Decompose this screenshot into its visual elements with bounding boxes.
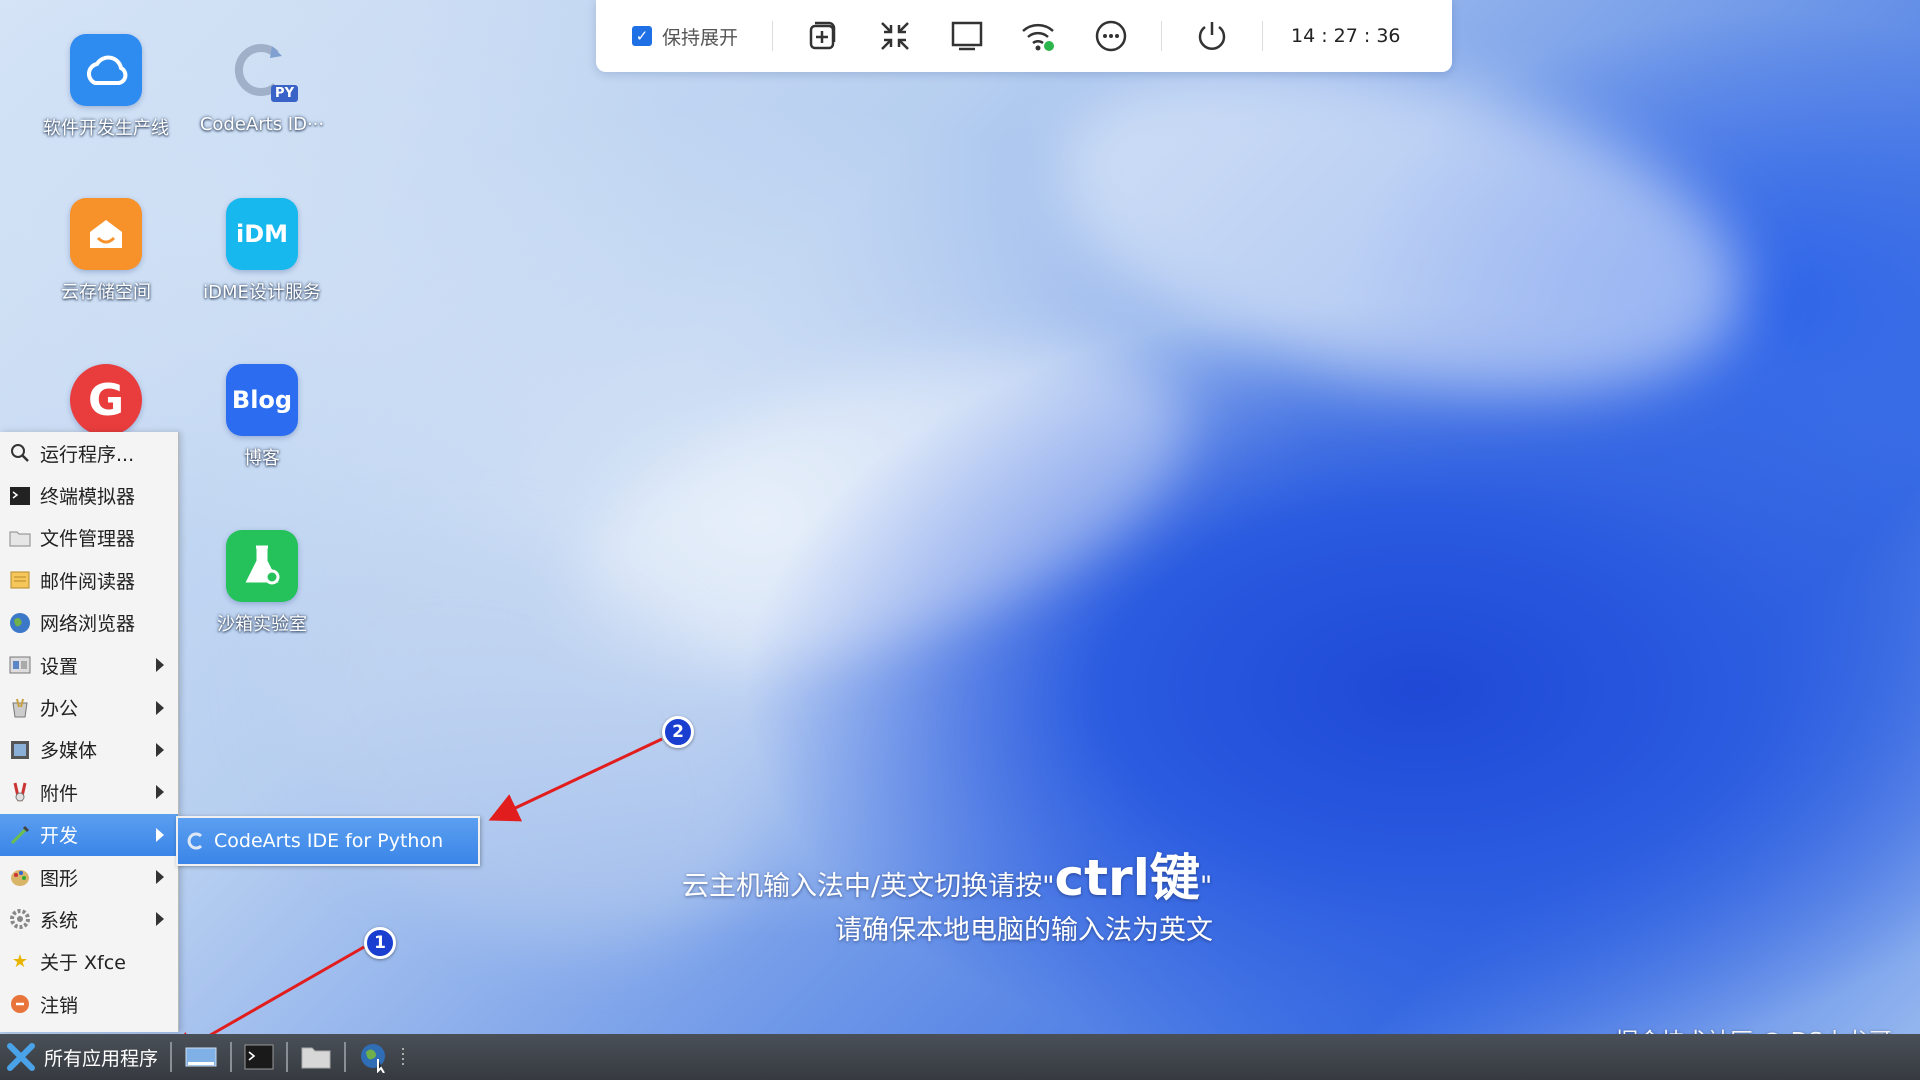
arrow-2	[488, 737, 663, 822]
taskbar-divider	[344, 1042, 347, 1072]
browser-icon	[361, 1044, 386, 1073]
show-desktop-button[interactable]	[178, 1034, 224, 1080]
taskbar: 所有应用程序	[0, 1034, 1920, 1080]
file-manager-launcher[interactable]	[294, 1034, 338, 1080]
taskbar-divider	[402, 1048, 405, 1066]
terminal-icon	[244, 1044, 274, 1070]
all-applications-button[interactable]: 所有应用程序	[0, 1034, 164, 1080]
terminal-launcher[interactable]	[238, 1034, 280, 1080]
taskbar-divider	[170, 1042, 173, 1072]
xfce-logo-icon	[7, 1043, 35, 1071]
taskbar-divider	[230, 1042, 233, 1072]
step-badge-2: 2	[662, 716, 694, 748]
folder-icon	[301, 1047, 331, 1069]
annotation-arrows	[166, 737, 663, 1060]
browser-launcher[interactable]	[352, 1034, 396, 1080]
step-badge-1: 1	[364, 927, 396, 959]
show-desktop-icon	[185, 1047, 217, 1067]
taskbar-divider	[286, 1042, 289, 1072]
all-applications-label: 所有应用程序	[44, 1047, 159, 1070]
